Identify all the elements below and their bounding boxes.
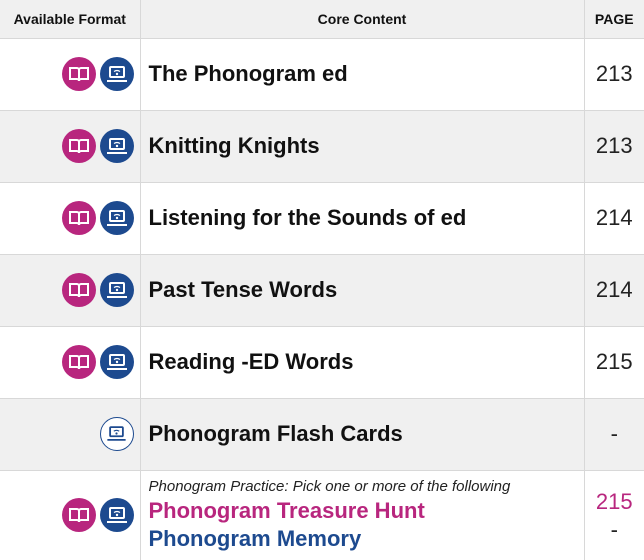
book-icon[interactable]: [61, 201, 96, 235]
page-number: 215: [595, 489, 633, 515]
format-cell: [0, 109, 141, 182]
format-cell: [0, 181, 141, 254]
practice-page-cell: 215 -: [584, 469, 644, 560]
page-column-header: PAGE: [594, 10, 634, 27]
format-cell: [0, 469, 141, 560]
table-row: Phonogram Flash Cards -: [0, 397, 644, 470]
page-number: -: [584, 397, 644, 470]
treasure-hunt-link[interactable]: Phonogram Treasure Hunt: [149, 497, 584, 525]
page-number: 214: [584, 181, 644, 254]
laptop-icon[interactable]: [99, 273, 134, 307]
page-number: 213: [584, 109, 644, 182]
lesson-title[interactable]: Past Tense Words: [140, 253, 585, 326]
page-number: 215: [584, 325, 644, 398]
table-row: Past Tense Words 214: [0, 253, 644, 326]
lesson-title[interactable]: Reading -ED Words: [140, 325, 585, 398]
lesson-table: Available Format Core Content PAGE The P…: [0, 0, 644, 560]
lesson-title[interactable]: The Phonogram ed: [140, 37, 585, 110]
format-column-header: Available Format: [0, 0, 141, 38]
laptop-icon[interactable]: [99, 201, 134, 235]
table-row: Reading -ED Words 215: [0, 325, 644, 398]
laptop-icon[interactable]: [99, 345, 134, 379]
page-number: -: [610, 517, 618, 543]
laptop-icon[interactable]: [99, 498, 134, 533]
table-row: The Phonogram ed 213: [0, 37, 644, 110]
page-number: 214: [584, 253, 644, 326]
table-row: Knitting Knights 213: [0, 109, 644, 182]
table-row: Listening for the Sounds of ed 214: [0, 181, 644, 254]
laptop-icon[interactable]: [99, 129, 134, 163]
table-header: Available Format Core Content PAGE: [0, 0, 644, 38]
lesson-title[interactable]: Listening for the Sounds of ed: [140, 181, 585, 254]
book-icon[interactable]: [61, 498, 96, 533]
table-row: Phonogram Practice: Pick one or more of …: [0, 469, 644, 560]
book-icon[interactable]: [61, 129, 96, 163]
laptop-icon[interactable]: [99, 417, 134, 451]
format-cell: [0, 37, 141, 110]
content-column-header: Core Content: [140, 0, 585, 38]
lesson-title[interactable]: Knitting Knights: [140, 109, 585, 182]
laptop-icon[interactable]: [99, 57, 134, 91]
format-cell: [0, 397, 141, 470]
book-icon[interactable]: [61, 57, 96, 91]
format-cell: [0, 325, 141, 398]
book-icon[interactable]: [61, 345, 96, 379]
memory-link[interactable]: Phonogram Memory: [149, 525, 584, 553]
lesson-title[interactable]: Phonogram Flash Cards: [140, 397, 585, 470]
page-number: 213: [584, 37, 644, 110]
format-cell: [0, 253, 141, 326]
book-icon[interactable]: [61, 273, 96, 307]
practice-cell: Phonogram Practice: Pick one or more of …: [140, 469, 585, 560]
practice-intro: Phonogram Practice: Pick one or more of …: [148, 478, 511, 496]
